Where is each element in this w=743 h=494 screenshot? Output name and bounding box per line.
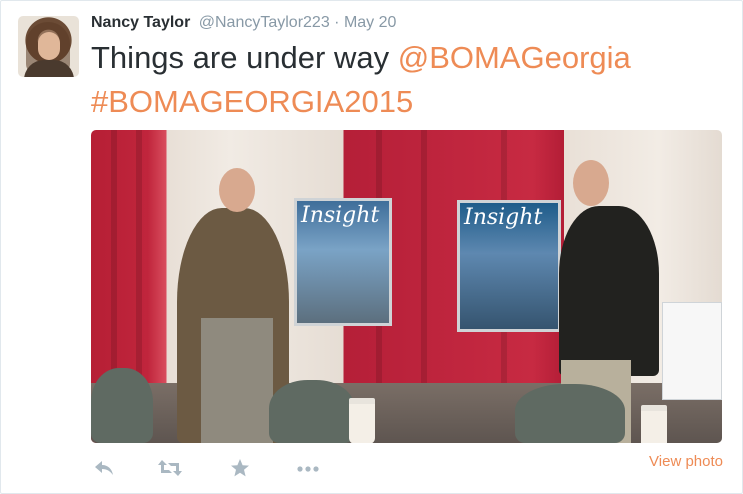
avatar[interactable] (18, 16, 79, 77)
mention-link[interactable]: @BOMAGeorgia (398, 40, 631, 75)
poster-1-title: Insight (301, 203, 380, 228)
author-name[interactable]: Nancy Taylor (91, 14, 190, 31)
tweet-header: Nancy Taylor @NancyTaylor223 · May 20 (91, 14, 396, 36)
tweet-text-plain: Things are under way (91, 40, 398, 75)
reply-icon[interactable] (93, 458, 115, 484)
tweet-actions (91, 458, 731, 482)
tweet-photo[interactable]: Insight Insight (91, 130, 722, 443)
retweet-icon[interactable] (157, 458, 183, 484)
author-handle[interactable]: @NancyTaylor223 (199, 14, 330, 31)
tweet-date[interactable]: May 20 (344, 14, 396, 31)
view-photo-link[interactable]: View photo (649, 452, 723, 472)
poster-2-title: Insight (464, 205, 543, 230)
magazine-poster-1: Insight (294, 198, 392, 326)
coffee-cup (349, 398, 375, 443)
star-icon[interactable] (230, 458, 250, 484)
magazine-poster-2: Insight (457, 200, 561, 332)
tweet-text: Things are under way @BOMAGeorgia #BOMAG… (91, 36, 731, 124)
hashtag-link[interactable]: #BOMAGEORGIA2015 (91, 84, 413, 119)
separator-dot: · (334, 14, 340, 31)
coffee-cup (641, 405, 667, 443)
booth-sign (662, 302, 722, 400)
more-icon[interactable] (296, 458, 322, 484)
person-right (559, 206, 659, 376)
